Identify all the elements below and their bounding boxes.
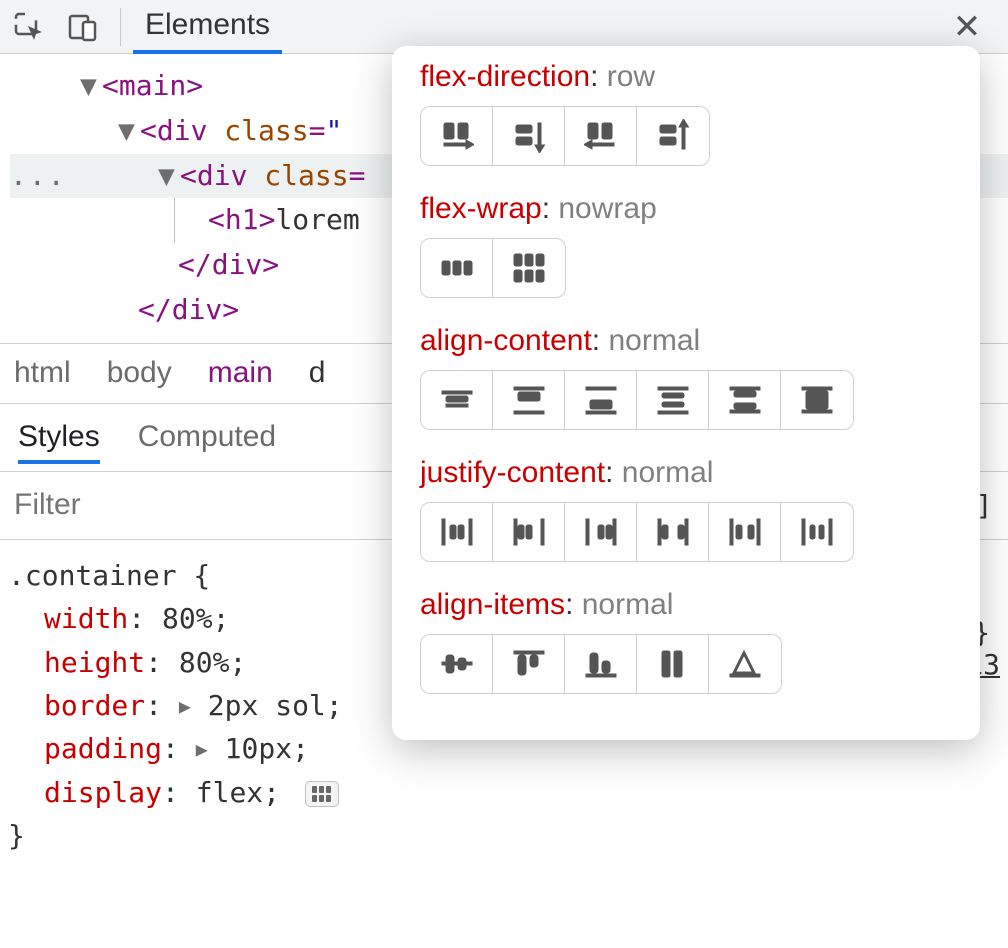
flex-section-justify-content: justify-content: normal <box>420 456 952 562</box>
flex-option-fd-col-rev[interactable] <box>637 107 709 165</box>
flex-option-jc-between[interactable] <box>637 503 709 561</box>
flex-section-title: justify-content: normal <box>420 456 952 490</box>
flex-option-ai-start[interactable] <box>493 635 565 693</box>
flex-options-row <box>420 106 710 166</box>
tab-styles[interactable]: Styles <box>18 410 100 464</box>
flex-option-ai-stretch[interactable] <box>637 635 709 693</box>
flex-option-fw-nowrap[interactable] <box>421 239 493 297</box>
breadcrumb-truncated[interactable]: d <box>309 356 326 390</box>
flex-option-jc-end[interactable] <box>565 503 637 561</box>
flex-section-title: flex-direction: row <box>420 60 952 94</box>
breadcrumb-html[interactable]: html <box>14 356 71 390</box>
breadcrumb-body[interactable]: body <box>107 356 172 390</box>
flex-option-jc-evenly[interactable] <box>781 503 853 561</box>
toolbar-separator <box>120 8 121 46</box>
flex-editor-chip-icon[interactable] <box>305 781 339 807</box>
inspect-element-icon[interactable] <box>8 6 50 48</box>
flex-option-jc-center[interactable] <box>421 503 493 561</box>
flex-section-title: align-content: normal <box>420 324 952 358</box>
flex-option-ac-around[interactable] <box>637 371 709 429</box>
flex-options-row <box>420 634 782 694</box>
flex-option-ai-end[interactable] <box>565 635 637 693</box>
breadcrumb-main[interactable]: main <box>208 356 273 390</box>
flex-option-ac-stretch[interactable] <box>781 371 853 429</box>
flex-option-ac-between[interactable] <box>709 371 781 429</box>
flex-section-title: flex-wrap: nowrap <box>420 192 952 226</box>
flex-option-ai-center[interactable] <box>421 635 493 693</box>
flex-section-align-content: align-content: normal <box>420 324 952 430</box>
css-brace-close: } <box>8 814 996 857</box>
tab-elements[interactable]: Elements <box>133 0 282 54</box>
flex-option-jc-around[interactable] <box>709 503 781 561</box>
flex-option-ac-start[interactable] <box>493 371 565 429</box>
ellipsis-icon[interactable]: ... <box>6 154 50 199</box>
flex-editor-popover: flex-direction: row flex-wrap: nowrap alig… <box>392 46 980 740</box>
flex-option-ai-baseline[interactable] <box>709 635 781 693</box>
tab-computed[interactable]: Computed <box>138 420 276 454</box>
flex-option-ac-end[interactable] <box>565 371 637 429</box>
css-selector[interactable]: .container { <box>8 559 210 592</box>
flex-section-flex-wrap: flex-wrap: nowrap <box>420 192 952 298</box>
close-icon[interactable]: ✕ <box>946 6 988 48</box>
flex-options-row <box>420 238 566 298</box>
flex-option-fd-row-rev[interactable] <box>565 107 637 165</box>
device-toolbar-icon[interactable] <box>62 6 104 48</box>
flex-option-fd-col[interactable] <box>493 107 565 165</box>
flex-section-title: align-items: normal <box>420 588 952 622</box>
flex-option-jc-start[interactable] <box>493 503 565 561</box>
flex-option-fw-wrap[interactable] <box>493 239 565 297</box>
css-decl-display[interactable]: display: flex; <box>8 771 996 814</box>
flex-section-flex-direction: flex-direction: row <box>420 60 952 166</box>
flex-options-row <box>420 502 854 562</box>
flex-options-row <box>420 370 854 430</box>
flex-section-align-items: align-items: normal <box>420 588 952 694</box>
flex-option-fd-row[interactable] <box>421 107 493 165</box>
flex-option-ac-center[interactable] <box>421 371 493 429</box>
